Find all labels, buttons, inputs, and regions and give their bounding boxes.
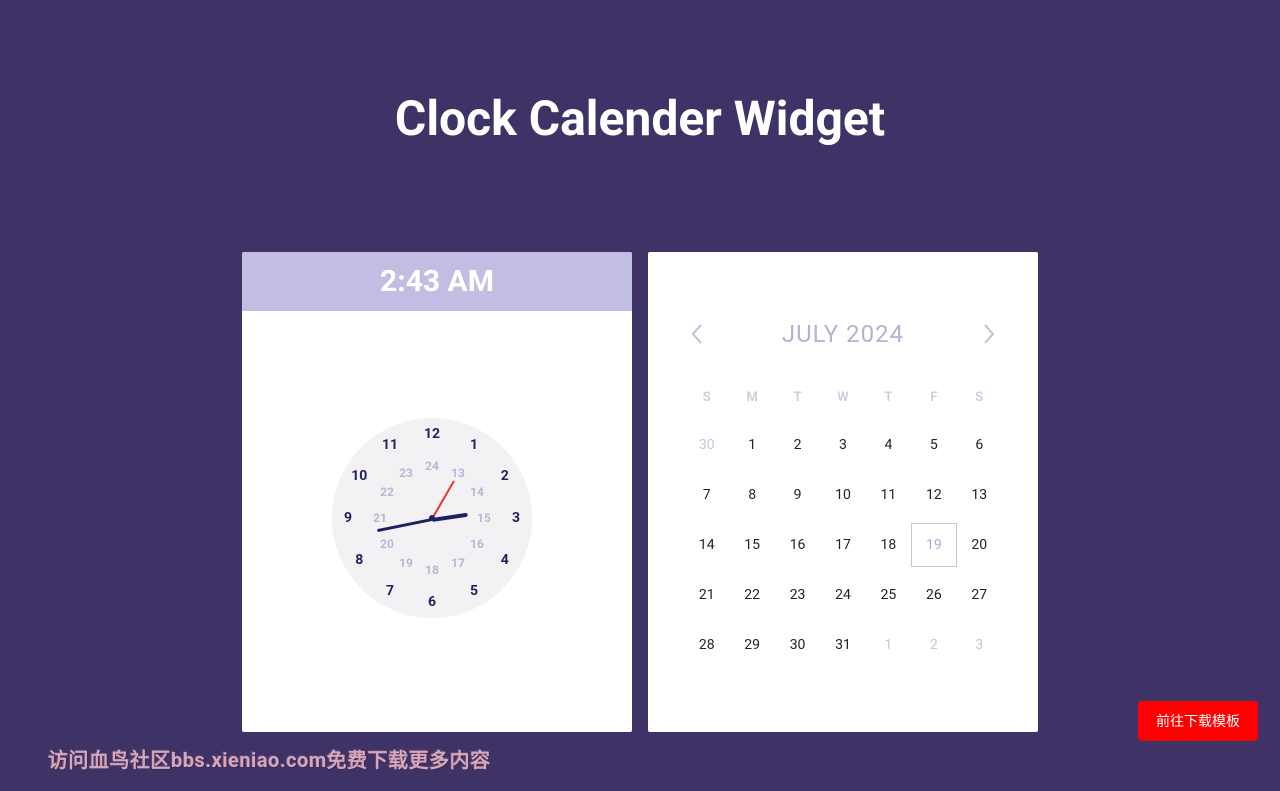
calendar-day[interactable]: 1 [866,623,911,667]
calendar-day[interactable]: 12 [911,473,956,517]
hour-numeral: 12 [424,426,440,442]
day-of-week-header: SMTWTFS [684,390,1002,405]
calendar-day[interactable]: 29 [729,623,774,667]
calendar-day[interactable]: 3 [957,623,1002,667]
inner-hour-numeral: 15 [477,511,491,525]
calendar-day[interactable]: 22 [729,573,774,617]
second-hand [431,480,455,519]
inner-hour-numeral: 22 [380,485,394,499]
download-template-button[interactable]: 前往下载模板 [1138,701,1258,741]
inner-hour-numeral: 17 [451,556,465,570]
calendar-day[interactable]: 28 [684,623,729,667]
calendar-day[interactable]: 4 [866,423,911,467]
dow-cell: T [775,390,820,405]
calendar-day-today[interactable]: 19 [911,523,956,567]
calendar-grid: 3012345678910111213141516171819202122232… [684,423,1002,667]
calendar-day[interactable]: 9 [775,473,820,517]
hour-numeral: 11 [382,437,398,453]
calendar-day[interactable]: 7 [684,473,729,517]
inner-hour-numeral: 23 [399,466,413,480]
hour-numeral: 7 [386,583,394,599]
hour-numeral: 4 [501,552,509,568]
dow-cell: W [820,390,865,405]
hour-numeral: 8 [355,552,363,568]
calendar-header: JULY 2024 [690,320,996,348]
hour-numeral: 10 [351,468,367,484]
inner-hour-numeral: 19 [399,556,413,570]
inner-hour-numeral: 20 [380,537,394,551]
calendar-day[interactable]: 30 [684,423,729,467]
calendar-day[interactable]: 24 [820,573,865,617]
calendar-day[interactable]: 6 [957,423,1002,467]
calendar-day[interactable]: 21 [684,573,729,617]
inner-hour-numeral: 13 [451,466,465,480]
calendar-day[interactable]: 2 [775,423,820,467]
hour-numeral: 2 [501,468,509,484]
dow-cell: M [729,390,774,405]
calendar-day[interactable]: 23 [775,573,820,617]
inner-hour-numeral: 18 [425,563,439,577]
calendar-day[interactable]: 27 [957,573,1002,617]
inner-hour-numeral: 16 [470,537,484,551]
page-title: Clock Calender Widget [0,0,1280,147]
inner-hour-numeral: 14 [470,485,484,499]
calendar-day[interactable]: 30 [775,623,820,667]
hour-numeral: 6 [428,594,436,610]
inner-hour-numeral: 24 [425,459,439,473]
dow-cell: F [911,390,956,405]
analog-clock-face: 121234567891011241314151617181920212223 [332,418,532,618]
calendar-day[interactable]: 5 [911,423,956,467]
calendar-day[interactable]: 13 [957,473,1002,517]
calendar-day[interactable]: 31 [820,623,865,667]
calendar-day[interactable]: 8 [729,473,774,517]
calendar-card: JULY 2024 SMTWTFS 3012345678910111213141… [648,252,1038,732]
calendar-day[interactable]: 25 [866,573,911,617]
hour-numeral: 3 [512,510,520,526]
calendar-day[interactable]: 3 [820,423,865,467]
clock-center-pin [429,515,435,521]
watermark-text: 访问血鸟社区bbs.xieniao.com免费下载更多内容 [48,744,491,773]
calendar-day[interactable]: 15 [729,523,774,567]
next-month-button[interactable] [982,321,996,347]
hour-numeral: 1 [470,437,478,453]
calendar-day[interactable]: 14 [684,523,729,567]
calendar-day[interactable]: 17 [820,523,865,567]
calendar-day[interactable]: 18 [866,523,911,567]
calendar-day[interactable]: 1 [729,423,774,467]
dow-cell: T [866,390,911,405]
hour-hand [432,513,468,522]
hour-numeral: 9 [344,510,352,526]
calendar-day[interactable]: 16 [775,523,820,567]
calendar-day[interactable]: 11 [866,473,911,517]
inner-hour-numeral: 21 [373,511,387,525]
prev-month-button[interactable] [690,321,704,347]
dow-cell: S [957,390,1002,405]
widgets-row: 2:43 AM 12123456789101124131415161718192… [0,252,1280,732]
dow-cell: S [684,390,729,405]
calendar-day[interactable]: 20 [957,523,1002,567]
calendar-day[interactable]: 26 [911,573,956,617]
calendar-day[interactable]: 2 [911,623,956,667]
calendar-day[interactable]: 10 [820,473,865,517]
month-year-label: JULY 2024 [782,320,904,348]
digital-time: 2:43 AM [242,252,632,311]
clock-card: 2:43 AM 12123456789101124131415161718192… [242,252,632,732]
hour-numeral: 5 [470,583,478,599]
